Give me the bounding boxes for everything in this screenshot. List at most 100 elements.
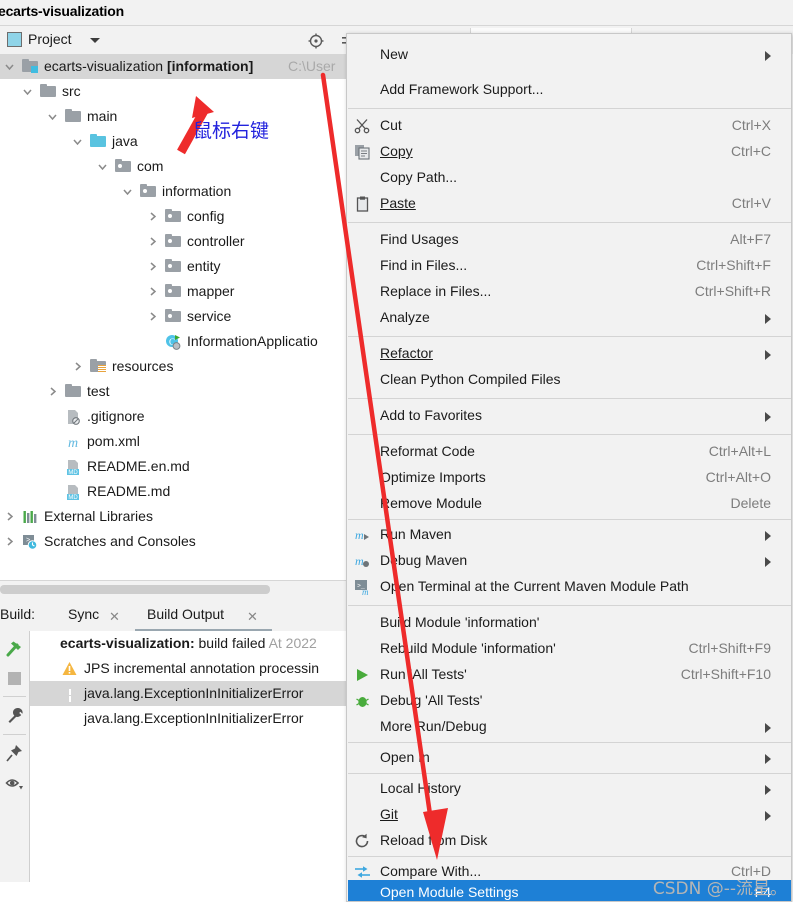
horizontal-scroll-track[interactable]	[0, 580, 350, 599]
tree-row-config[interactable]: config	[0, 204, 350, 229]
menu-item-label: Reload from Disk	[380, 832, 488, 848]
menu-item-shortcut: Ctrl+V	[731, 195, 771, 211]
menu-item-open-in[interactable]: Open In	[348, 745, 791, 771]
menu-item-debug-all-tests[interactable]: Debug 'All Tests'	[348, 688, 791, 714]
build-output-row[interactable]: JPS incremental annotation processin	[30, 656, 350, 681]
menu-item-label: Build Module 'information'	[380, 614, 540, 630]
menu-item-remove-module[interactable]: Remove Module Delete	[348, 491, 791, 517]
menu-item-analyze[interactable]: Analyze	[348, 305, 791, 331]
menu-item-open-terminal-maven[interactable]: >_ m Open Terminal at the Current Maven …	[348, 574, 791, 600]
maven-m-icon: m	[65, 434, 81, 451]
menu-item-add-framework-support[interactable]: Add Framework Support...	[348, 77, 791, 103]
folder-icon	[40, 84, 56, 99]
chevron-down-icon[interactable]	[22, 86, 33, 97]
tree-row-test[interactable]: test	[0, 379, 350, 404]
chevron-right-icon[interactable]	[4, 536, 15, 547]
menu-item-more-run-debug[interactable]: More Run/Debug	[348, 714, 791, 740]
tree-row-mapper[interactable]: mapper	[0, 279, 350, 304]
tree-row-main[interactable]: main	[0, 104, 350, 129]
menu-item-new[interactable]: New	[348, 42, 791, 68]
locate-icon[interactable]	[308, 33, 324, 49]
build-output-list[interactable]: ecarts-visualization: build failed At 20…	[30, 631, 350, 882]
tree-node-label: .gitignore	[87, 408, 145, 424]
menu-item-rebuild-module[interactable]: Rebuild Module 'information' Ctrl+Shift+…	[348, 636, 791, 662]
build-output-text: java.lang.ExceptionInInitializerError	[84, 685, 304, 701]
chevron-down-icon[interactable]	[47, 111, 58, 122]
chevron-down-icon[interactable]	[4, 61, 15, 72]
menu-separator	[348, 434, 791, 435]
menu-item-find-in-files[interactable]: Find in Files... Ctrl+Shift+F	[348, 253, 791, 279]
menu-item-optimize-imports[interactable]: Optimize Imports Ctrl+Alt+O	[348, 465, 791, 491]
build-output-row[interactable]: java.lang.ExceptionInInitializerError	[30, 681, 350, 706]
package-folder-icon	[115, 159, 131, 174]
tree-row-com[interactable]: com	[0, 154, 350, 179]
menu-item-run-all-tests[interactable]: Run 'All Tests' Ctrl+Shift+F10	[348, 662, 791, 688]
tree-row-root[interactable]: ecarts-visualization [information] C:\Us…	[0, 54, 350, 79]
tree-row-external-libraries[interactable]: External Libraries	[0, 504, 350, 529]
close-icon[interactable]: ✕	[247, 609, 258, 625]
chevron-right-icon[interactable]	[147, 286, 158, 297]
build-hammer-icon[interactable]	[5, 639, 24, 658]
chevron-right-icon[interactable]	[4, 511, 15, 522]
tree-row-java[interactable]: java	[0, 129, 350, 154]
menu-item-cut[interactable]: Cut Ctrl+X	[348, 113, 791, 139]
tree-row-gitignore[interactable]: .gitignore	[0, 404, 350, 429]
chevron-right-icon[interactable]	[72, 361, 83, 372]
svg-text:m: m	[355, 528, 364, 542]
menu-item-label: New	[380, 46, 409, 62]
context-menu[interactable]: New Add Framework Support... Cut Ctrl+X	[346, 33, 792, 902]
tree-row-readme-en-md[interactable]: MD README.en.md	[0, 454, 350, 479]
chevron-right-icon[interactable]	[147, 211, 158, 222]
project-tree[interactable]: ecarts-visualization [information] C:\Us…	[0, 54, 350, 579]
horizontal-scrollbar-thumb[interactable]	[0, 585, 270, 594]
chevron-right-icon[interactable]	[147, 311, 158, 322]
close-icon[interactable]: ✕	[109, 609, 120, 625]
menu-item-git[interactable]: Git	[348, 802, 791, 828]
chevron-right-icon[interactable]	[147, 261, 158, 272]
build-panel-label: Build:	[0, 606, 36, 622]
chevron-down-icon[interactable]	[122, 186, 133, 197]
tree-row-entity[interactable]: entity	[0, 254, 350, 279]
tree-row-controller[interactable]: controller	[0, 229, 350, 254]
eye-icon[interactable]	[5, 774, 24, 793]
build-output-row[interactable]: java.lang.ExceptionInInitializerError	[30, 706, 350, 731]
tree-row-pom-xml[interactable]: m pom.xml	[0, 429, 350, 454]
menu-item-copy[interactable]: Copy Ctrl+C	[348, 139, 791, 165]
menu-item-find-usages[interactable]: Find Usages Alt+F7	[348, 227, 791, 253]
menu-item-clean-python-compiled-files[interactable]: Clean Python Compiled Files	[348, 367, 791, 393]
menu-item-reload-from-disk[interactable]: Reload from Disk	[348, 828, 791, 854]
menu-item-local-history[interactable]: Local History	[348, 776, 791, 802]
chevron-down-icon[interactable]	[97, 161, 108, 172]
chevron-right-icon[interactable]	[47, 386, 58, 397]
tree-row-information[interactable]: information	[0, 179, 350, 204]
stop-icon[interactable]	[5, 669, 24, 688]
tree-row-information-application[interactable]: C InformationApplicatio	[0, 329, 350, 354]
tree-row-src[interactable]: src	[0, 79, 350, 104]
menu-item-build-module[interactable]: Build Module 'information'	[348, 610, 791, 636]
tree-row-readme-md[interactable]: MD README.md	[0, 479, 350, 504]
chevron-right-icon	[765, 51, 771, 61]
menu-item-paste[interactable]: Paste Ctrl+V	[348, 191, 791, 217]
error-icon	[38, 636, 53, 651]
menu-item-copy-path[interactable]: Copy Path...	[348, 165, 791, 191]
chevron-down-icon[interactable]	[72, 136, 83, 147]
pin-icon[interactable]	[5, 744, 24, 763]
menu-item-label: Run 'All Tests'	[380, 666, 467, 682]
menu-item-refactor[interactable]: Refactor	[348, 341, 791, 367]
tree-row-service[interactable]: service	[0, 304, 350, 329]
tree-row-resources[interactable]: resources	[0, 354, 350, 379]
chevron-down-icon[interactable]	[90, 38, 100, 43]
menu-item-debug-maven[interactable]: m Debug Maven	[348, 548, 791, 574]
menu-item-run-maven[interactable]: m Run Maven	[348, 522, 791, 548]
menu-item-replace-in-files[interactable]: Replace in Files... Ctrl+Shift+R	[348, 279, 791, 305]
tree-row-scratches-and-consoles[interactable]: > Scratches and Consoles	[0, 529, 350, 554]
menu-item-add-to-favorites[interactable]: Add to Favorites	[348, 403, 791, 429]
watermark-text: CSDN @--流星。	[652, 879, 787, 899]
tab-build-output[interactable]: Build Output	[147, 606, 224, 622]
menu-item-reformat-code[interactable]: Reformat Code Ctrl+Alt+L	[348, 439, 791, 465]
tab-sync[interactable]: Sync	[68, 606, 99, 622]
chevron-right-icon[interactable]	[147, 236, 158, 247]
tree-node-label: entity	[187, 258, 221, 274]
wrench-icon[interactable]	[5, 706, 24, 725]
build-output-row[interactable]: ecarts-visualization: build failed At 20…	[30, 631, 350, 656]
